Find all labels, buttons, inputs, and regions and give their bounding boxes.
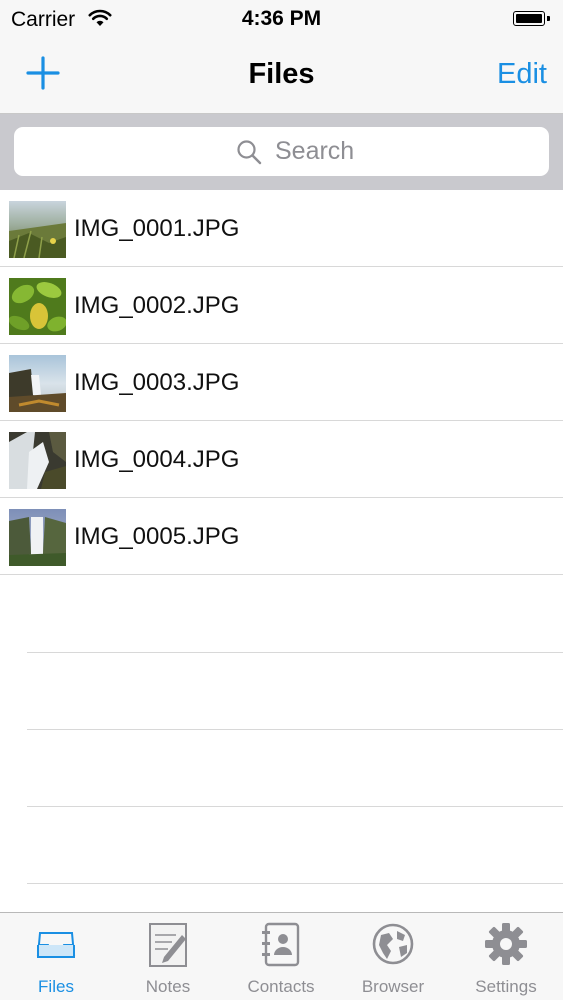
- thumbnail-image: [9, 278, 66, 335]
- battery-icon: [513, 11, 550, 26]
- search-placeholder: Search: [275, 137, 355, 165]
- status-time: 4:36 PM: [241, 7, 322, 30]
- page-title: Files: [248, 58, 315, 90]
- thumbnail-image: [9, 355, 66, 412]
- file-row-5[interactable]: IMG_0005.JPG: [0, 498, 563, 575]
- file-list: IMG_0001.JPG IMG_0002.JPG IMG_0003.JPG I…: [0, 190, 563, 575]
- tab-browser[interactable]: Browser: [337, 913, 449, 1001]
- search-bar: Search: [0, 114, 563, 190]
- thumbnail-image: [9, 201, 66, 258]
- notepad-icon: [149, 923, 187, 967]
- search-input[interactable]: Search: [14, 127, 549, 176]
- gear-icon: [485, 923, 527, 965]
- file-row-2[interactable]: IMG_0002.JPG: [0, 267, 563, 344]
- navigation-bar: Files Edit: [0, 40, 563, 114]
- globe-icon: [372, 923, 414, 965]
- thumbnail-image: [9, 432, 66, 489]
- tab-label: Settings: [475, 977, 537, 996]
- search-icon: [237, 140, 262, 165]
- tab-files[interactable]: Files: [0, 913, 112, 1001]
- file-name: IMG_0001.JPG: [74, 215, 240, 242]
- thumbnail-image: [9, 509, 66, 566]
- tab-label: Files: [38, 977, 74, 996]
- tab-label: Browser: [361, 977, 425, 996]
- file-name: IMG_0002.JPG: [74, 292, 240, 319]
- row-separator: [27, 576, 563, 653]
- file-name: IMG_0004.JPG: [74, 446, 240, 473]
- tab-contacts[interactable]: Contacts: [225, 913, 337, 1001]
- tab-bar: Files Notes Contacts Browser Settings: [0, 912, 563, 1000]
- row-separator: [27, 730, 563, 807]
- address-book-icon: [262, 922, 300, 967]
- file-row-3[interactable]: IMG_0003.JPG: [0, 344, 563, 421]
- row-separator: [27, 653, 563, 730]
- file-row-1[interactable]: IMG_0001.JPG: [0, 190, 563, 267]
- row-separator: [27, 807, 563, 884]
- tray-icon: [36, 932, 76, 958]
- tab-label: Notes: [145, 977, 191, 996]
- file-name: IMG_0003.JPG: [74, 369, 240, 396]
- tab-notes[interactable]: Notes: [112, 913, 224, 1001]
- tab-settings[interactable]: Settings: [450, 913, 562, 1001]
- edit-button[interactable]: Edit: [497, 58, 547, 91]
- status-bar: Carrier 4:36 PM: [0, 0, 563, 40]
- empty-table-rows: [27, 576, 563, 884]
- file-row-4[interactable]: IMG_0004.JPG: [0, 421, 563, 498]
- tab-label: Contacts: [247, 977, 315, 996]
- file-name: IMG_0005.JPG: [74, 523, 240, 550]
